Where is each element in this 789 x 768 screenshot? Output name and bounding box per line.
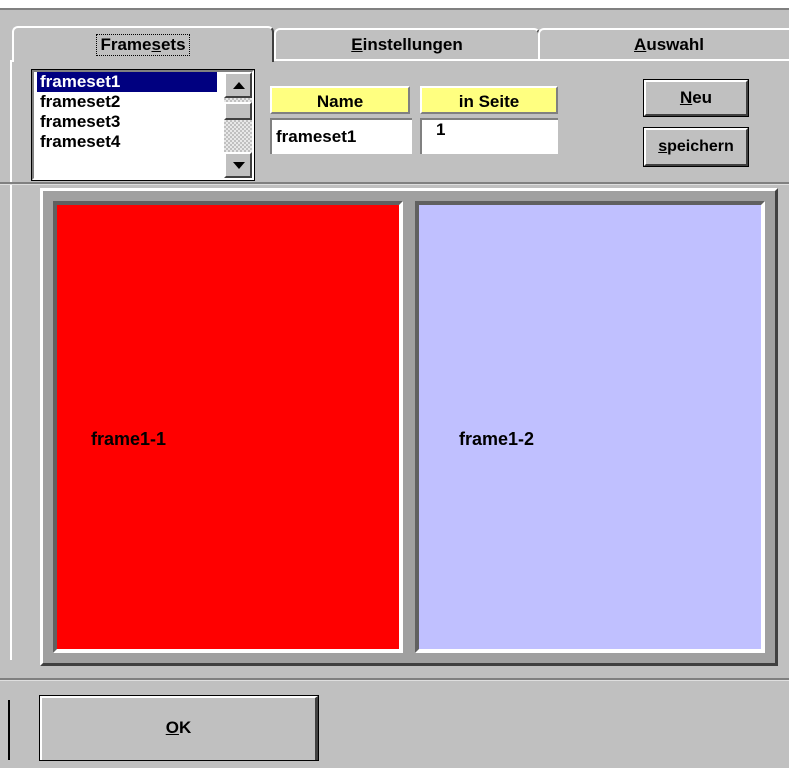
tab-einstellungen-rest: instellungen bbox=[362, 35, 463, 54]
tab-einstellungen[interactable]: Einstellungen bbox=[274, 28, 540, 60]
scroll-up-button[interactable] bbox=[224, 72, 252, 98]
window-edge bbox=[8, 700, 10, 760]
arrow-down-icon bbox=[233, 162, 245, 169]
tab-auswahl-label: Auswahl bbox=[634, 35, 704, 54]
arrow-up-icon bbox=[233, 82, 245, 89]
list-item[interactable]: frameset1 bbox=[37, 72, 217, 92]
name-field[interactable]: frameset1 bbox=[270, 118, 412, 154]
ok-button-rest: K bbox=[178, 718, 192, 737]
tab-framesets[interactable]: Framesets bbox=[12, 26, 274, 62]
frameset-preview: frame1-1 frame1-2 bbox=[40, 188, 778, 666]
speichern-button-rest: peichern bbox=[667, 138, 734, 155]
speichern-button-label: s bbox=[658, 138, 668, 155]
ok-button-label: O bbox=[165, 718, 179, 737]
neu-button-label: N bbox=[679, 88, 693, 107]
frame-preview-2[interactable]: frame1-2 bbox=[415, 201, 765, 653]
tab-framesets-label: Framesets bbox=[96, 34, 190, 56]
scroll-down-button[interactable] bbox=[224, 152, 252, 178]
neu-button-rest: eu bbox=[692, 88, 713, 107]
listbox-scrollbar[interactable] bbox=[224, 72, 252, 178]
tab-auswahl-rest: uswahl bbox=[646, 35, 704, 54]
divider-highlight bbox=[0, 184, 789, 185]
frame-preview-1[interactable]: frame1-1 bbox=[53, 201, 403, 653]
in-seite-field[interactable]: 1 bbox=[420, 118, 558, 154]
list-item[interactable]: frameset2 bbox=[37, 92, 123, 112]
ok-button[interactable]: OK bbox=[39, 695, 319, 761]
neu-button[interactable]: Neu bbox=[643, 79, 749, 117]
frame-label: frame1-2 bbox=[459, 429, 535, 449]
divider-highlight bbox=[0, 680, 789, 681]
name-header: Name bbox=[270, 86, 410, 114]
frame-label: frame1-1 bbox=[91, 429, 167, 449]
tab-einstellungen-label: Einstellungen bbox=[351, 35, 463, 54]
framesets-listbox[interactable]: frameset1 frameset2 frameset3 frameset4 bbox=[31, 69, 255, 181]
in-seite-header: in Seite bbox=[420, 86, 558, 114]
scroll-thumb[interactable] bbox=[224, 102, 252, 120]
list-item[interactable]: frameset3 bbox=[37, 112, 123, 132]
tab-auswahl[interactable]: Auswahl bbox=[538, 28, 789, 60]
tab-page-top-border bbox=[274, 59, 789, 61]
list-item[interactable]: frameset4 bbox=[37, 132, 123, 152]
window-top-edge bbox=[0, 8, 789, 10]
speichern-button[interactable]: speichern bbox=[643, 127, 749, 167]
